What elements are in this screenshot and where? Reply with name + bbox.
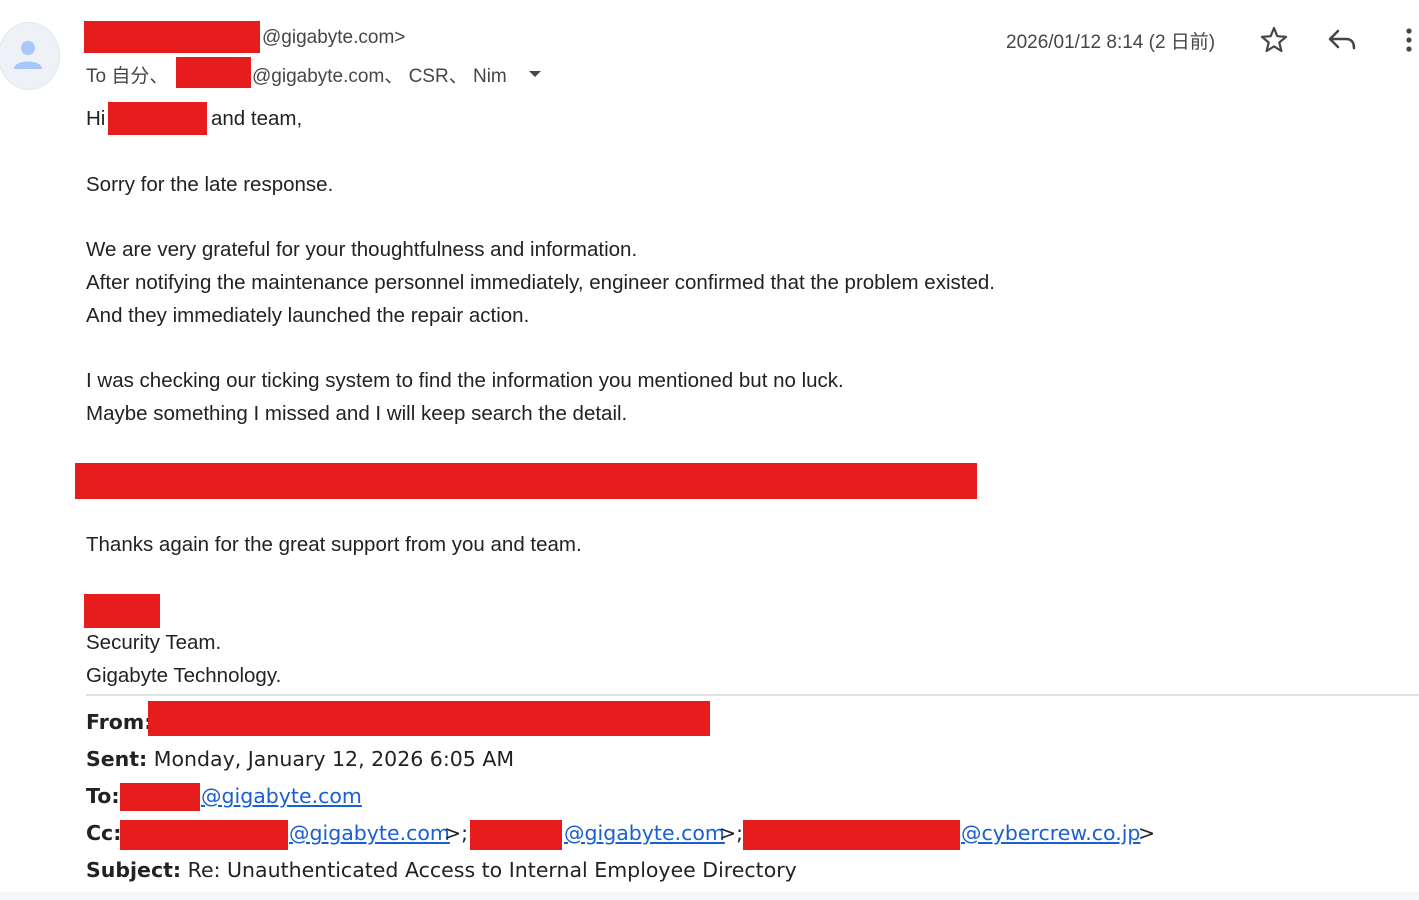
bottom-band	[0, 892, 1419, 900]
quoted-from-row: From:	[86, 710, 152, 734]
greeting-rest: and team,	[211, 107, 303, 130]
reply-button[interactable]	[1326, 26, 1358, 54]
quoted-sent-label: Sent:	[86, 747, 148, 771]
quoted-to-link[interactable]: @gigabyte.com	[201, 784, 362, 808]
quoted-cc-separator-2: >;	[719, 821, 744, 845]
greeting-hi: Hi	[86, 107, 106, 130]
quoted-cc-link-2[interactable]: @gigabyte.com	[564, 821, 725, 845]
paragraph-ticket-line1: I was checking our ticking system to fin…	[86, 369, 844, 392]
quoted-divider	[86, 694, 1419, 696]
redacted-sender-name	[84, 21, 260, 53]
more-options-button[interactable]	[1402, 26, 1416, 54]
quoted-cc-end: >	[1138, 821, 1156, 845]
quoted-sent-value: Monday, January 12, 2026 6:05 AM	[153, 747, 515, 771]
paragraph-gratitude-line3: And they immediately launched the repair…	[86, 304, 530, 327]
quoted-subject-label: Subject:	[86, 858, 182, 882]
quoted-to-row: To:	[86, 784, 120, 808]
redacted-recipient	[176, 57, 251, 88]
quoted-from-label: From:	[86, 710, 153, 734]
sender-email[interactable]: @gigabyte.com>	[262, 27, 405, 49]
redacted-cc-3	[743, 820, 960, 850]
quoted-cc-link-3[interactable]: @cybercrew.co.jp	[961, 821, 1140, 845]
quoted-subject-value: Re: Unauthenticated Access to Internal E…	[187, 858, 797, 882]
star-button[interactable]	[1258, 24, 1290, 56]
redacted-paragraph	[75, 463, 977, 499]
email-date: 2026/01/12 8:14 (2 日前)	[1006, 32, 1216, 53]
redacted-cc-1	[120, 820, 288, 850]
redacted-quoted-from	[148, 701, 710, 736]
chevron-down-icon	[529, 71, 541, 77]
signature-company: Gigabyte Technology.	[86, 664, 282, 687]
paragraph-apology: Sorry for the late response.	[86, 173, 334, 196]
paragraph-ticket-line2: Maybe something I missed and I will keep…	[86, 402, 628, 425]
recipients-list[interactable]: @gigabyte.com、 CSR、 Nim	[252, 61, 507, 88]
paragraph-gratitude-line2: After notifying the maintenance personne…	[86, 271, 995, 294]
recipients-to-prefix: To 自分、	[86, 66, 169, 87]
quoted-sent-row: Sent: Monday, January 12, 2026 6:05 AM	[86, 747, 514, 771]
quoted-to-label: To:	[86, 784, 120, 808]
star-icon	[1260, 26, 1288, 53]
redacted-quoted-to	[120, 783, 200, 811]
redacted-greeting-name	[108, 102, 207, 135]
recipients-details-toggle[interactable]	[527, 67, 543, 79]
quoted-cc-link-1[interactable]: @gigabyte.com	[289, 821, 450, 845]
quoted-subject-row: Subject: Re: Unauthenticated Access to I…	[86, 858, 797, 882]
quoted-cc-label: Cc:	[86, 821, 122, 845]
quoted-cc-separator-1: >;	[444, 821, 469, 845]
reply-icon	[1328, 29, 1356, 50]
signature-team: Security Team.	[86, 631, 222, 654]
redacted-cc-2	[470, 820, 562, 850]
paragraph-thanks: Thanks again for the great support from …	[86, 533, 582, 556]
redacted-signature-name	[84, 594, 160, 628]
quoted-cc-row: Cc:	[86, 821, 121, 845]
more-vertical-icon	[1406, 28, 1412, 52]
paragraph-gratitude-line1: We are very grateful for your thoughtful…	[86, 238, 638, 261]
person-icon	[14, 41, 42, 69]
sender-avatar[interactable]	[0, 22, 60, 90]
